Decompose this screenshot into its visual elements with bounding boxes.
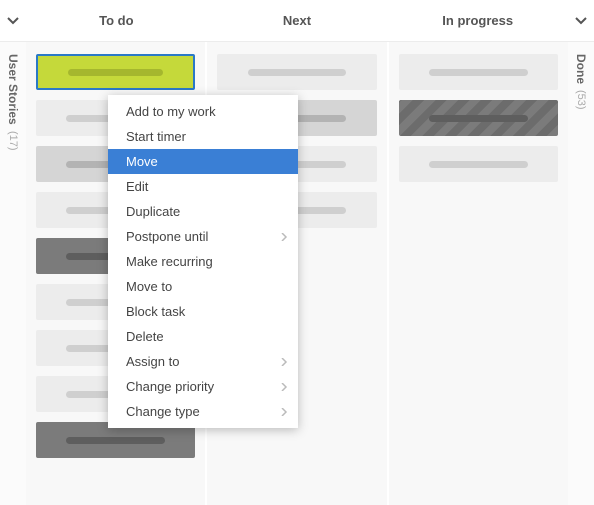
swimlane-label-left[interactable]: User Stories (17) (0, 42, 26, 505)
menu-item-label: Move (126, 154, 158, 169)
card[interactable] (217, 54, 376, 90)
column-inprogress[interactable] (389, 42, 568, 505)
swimlane-title: User Stories (6, 54, 20, 125)
card-placeholder-line (429, 161, 528, 168)
card-placeholder-line (66, 437, 165, 444)
chevron-right-icon (280, 358, 288, 366)
column-header-inprogress[interactable]: In progress (387, 0, 568, 41)
menu-item-make-recurring[interactable]: Make recurring (108, 249, 298, 274)
collapsed-column-title: Done (574, 54, 588, 84)
chevron-right-icon (280, 408, 288, 416)
menu-item-assign-to[interactable]: Assign to (108, 349, 298, 374)
menu-item-label: Delete (126, 329, 164, 344)
collapse-left-button[interactable] (0, 0, 26, 41)
menu-item-label: Add to my work (126, 104, 216, 119)
column-header-next[interactable]: Next (207, 0, 388, 41)
card-context-menu: Add to my work Start timer Move Edit Duplica… (108, 95, 298, 428)
swimlane-count: (17) (7, 131, 19, 151)
collapse-right-button[interactable] (568, 0, 594, 41)
menu-item-label: Postpone until (126, 229, 208, 244)
chevron-right-icon (280, 233, 288, 241)
chevron-down-icon (7, 15, 19, 27)
menu-item-delete[interactable]: Delete (108, 324, 298, 349)
menu-item-label: Move to (126, 279, 172, 294)
menu-item-label: Duplicate (126, 204, 180, 219)
card[interactable] (399, 100, 558, 136)
menu-item-block-task[interactable]: Block task (108, 299, 298, 324)
menu-item-change-priority[interactable]: Change priority (108, 374, 298, 399)
card-placeholder-line (429, 115, 528, 122)
chevron-right-icon (280, 383, 288, 391)
menu-item-start-timer[interactable]: Start timer (108, 124, 298, 149)
menu-item-label: Edit (126, 179, 148, 194)
menu-item-add-to-my-work[interactable]: Add to my work (108, 99, 298, 124)
card[interactable] (399, 146, 558, 182)
chevron-down-icon (575, 15, 587, 27)
menu-item-label: Make recurring (126, 254, 213, 269)
menu-item-duplicate[interactable]: Duplicate (108, 199, 298, 224)
menu-item-postpone-until[interactable]: Postpone until (108, 224, 298, 249)
card[interactable] (399, 54, 558, 90)
menu-item-change-type[interactable]: Change type (108, 399, 298, 424)
menu-item-move-to[interactable]: Move to (108, 274, 298, 299)
board-header: To do Next In progress (0, 0, 594, 42)
column-header-todo[interactable]: To do (26, 0, 207, 41)
menu-item-label: Assign to (126, 354, 179, 369)
card-placeholder-line (429, 69, 528, 76)
card-placeholder-line (248, 69, 347, 76)
menu-item-label: Change priority (126, 379, 214, 394)
collapsed-column-count: (53) (575, 90, 587, 110)
menu-item-move[interactable]: Move (108, 149, 298, 174)
menu-item-label: Start timer (126, 129, 186, 144)
collapsed-column-done[interactable]: Done (53) (568, 42, 594, 505)
card-placeholder-line (68, 69, 163, 76)
card[interactable] (36, 54, 195, 90)
menu-item-label: Change type (126, 404, 200, 419)
menu-item-label: Block task (126, 304, 185, 319)
menu-item-edit[interactable]: Edit (108, 174, 298, 199)
